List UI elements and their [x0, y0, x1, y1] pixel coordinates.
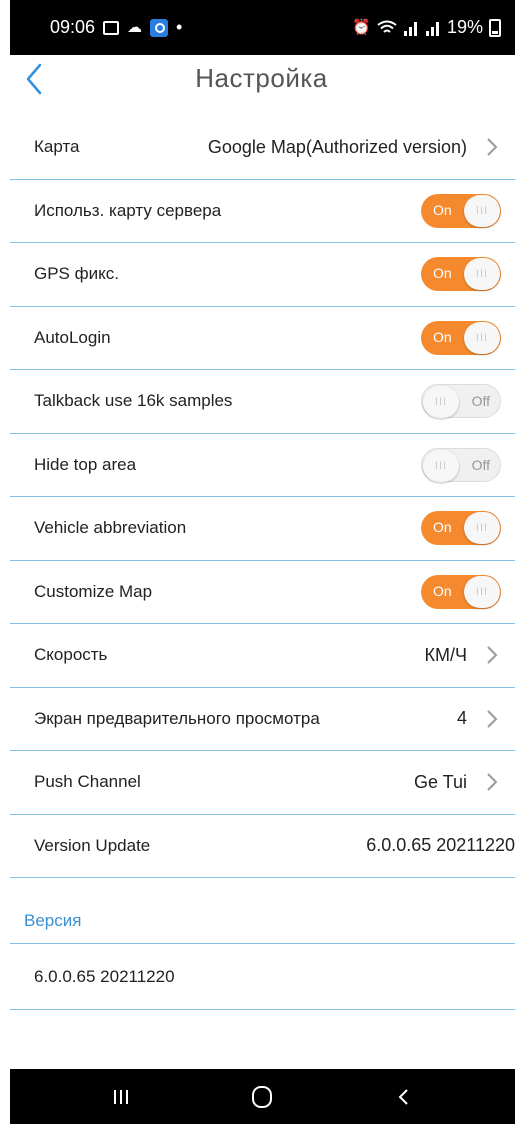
setting-label: Version Update — [34, 835, 151, 855]
setting-label: Скорость — [34, 645, 108, 665]
toggle-knob: III — [464, 258, 500, 291]
signal-icon — [403, 21, 417, 36]
setting-value: Ge Tui — [413, 771, 467, 792]
toggle-state: On — [433, 201, 452, 218]
setting-gps-fix: GPS фикс. On III — [10, 243, 515, 307]
setting-customize-map: Customize Map On III — [10, 561, 515, 624]
status-left: 09:06 ☁ • — [50, 17, 182, 38]
toggle-state: On — [433, 519, 452, 536]
signal-icon — [425, 21, 439, 36]
talkback-toggle[interactable]: Off III — [421, 384, 501, 419]
photo-icon — [103, 20, 120, 35]
toggle-state: On — [433, 582, 452, 599]
status-bar: 09:06 ☁ • ⏰ 19% — [10, 0, 515, 55]
back-icon — [398, 1088, 408, 1105]
chevron-right-icon — [487, 138, 498, 156]
toggle-state: On — [433, 265, 452, 282]
autologin-toggle[interactable]: On III — [421, 320, 501, 355]
setting-label: Customize Map — [34, 581, 153, 601]
setting-label: Использ. карту сервера — [34, 200, 222, 220]
home-button[interactable] — [242, 1077, 282, 1117]
setting-vehicle-abbreviation: Vehicle abbreviation On III — [10, 497, 515, 561]
home-icon — [252, 1085, 273, 1108]
vehicle-abbreviation-toggle[interactable]: On III — [421, 511, 501, 546]
toggle-state: Off — [471, 456, 490, 473]
toggle-knob: III — [423, 386, 459, 419]
version-section-title: Версия — [10, 878, 515, 944]
setting-preview-screen[interactable]: Экран предварительного просмотра 4 — [10, 688, 515, 751]
toggle-knob: III — [464, 512, 500, 545]
alarm-icon: ⏰ — [352, 19, 371, 36]
setting-map[interactable]: Карта Google Map(Authorized version) — [10, 116, 515, 180]
setting-label: GPS фикс. — [34, 264, 119, 284]
setting-autologin: AutoLogin On III — [10, 307, 515, 370]
battery-icon — [489, 18, 501, 37]
toggle-knob: III — [464, 194, 500, 227]
setting-value: 4 — [456, 708, 467, 729]
battery-percent: 19% — [446, 17, 483, 37]
status-right: ⏰ 19% — [352, 17, 501, 38]
android-nav-bar — [10, 1069, 515, 1124]
setting-label: AutoLogin — [34, 327, 111, 347]
chevron-right-icon — [487, 646, 498, 664]
status-dot: • — [176, 17, 183, 37]
setting-version-update[interactable]: Version Update 6.0.0.65 20211220 — [10, 815, 515, 878]
version-value: 6.0.0.65 20211220 — [10, 944, 515, 1010]
hide-top-area-toggle[interactable]: Off III — [421, 447, 501, 482]
wifi-icon — [377, 20, 397, 33]
setting-push-channel[interactable]: Push Channel Ge Tui — [10, 751, 515, 815]
setting-label: Экран предварительного просмотра — [34, 708, 320, 728]
toggle-knob: III — [423, 449, 459, 482]
recent-apps-button[interactable] — [101, 1077, 141, 1117]
nav-header: Настройка — [0, 55, 523, 105]
location-icon — [150, 18, 169, 37]
chevron-right-icon — [487, 773, 498, 791]
setting-label: Vehicle abbreviation — [34, 518, 187, 538]
toggle-knob: III — [464, 575, 500, 608]
settings-list: Карта Google Map(Authorized version) Исп… — [10, 116, 515, 1010]
recent-apps-icon — [113, 1089, 128, 1104]
toggle-state: Off — [471, 393, 490, 410]
setting-use-server-map: Использ. карту сервера On III — [10, 180, 515, 243]
setting-label: Карта — [34, 137, 80, 157]
page-title: Настройка — [195, 63, 328, 93]
setting-talkback: Talkback use 16k samples Off III — [10, 370, 515, 434]
toggle-state: On — [433, 328, 452, 345]
use-server-map-toggle[interactable]: On III — [421, 193, 501, 228]
setting-value: Google Map(Authorized version) — [207, 136, 467, 157]
setting-label: Hide top area — [34, 454, 137, 474]
setting-hide-top-area: Hide top area Off III — [10, 434, 515, 497]
setting-value: 6.0.0.65 20211220 — [366, 835, 515, 856]
toggle-knob: III — [464, 321, 500, 354]
setting-value: КМ/Ч — [424, 644, 467, 665]
chevron-right-icon — [487, 710, 498, 728]
setting-label: Push Channel — [34, 772, 141, 792]
nav-back-button[interactable] — [384, 1077, 424, 1117]
gps-fix-toggle[interactable]: On III — [421, 257, 501, 292]
customize-map-toggle[interactable]: On III — [421, 574, 501, 609]
setting-speed[interactable]: Скорость КМ/Ч — [10, 624, 515, 688]
cloud-icon: ☁ — [127, 19, 143, 36]
setting-label: Talkback use 16k samples — [34, 391, 233, 411]
status-time: 09:06 — [50, 17, 96, 37]
